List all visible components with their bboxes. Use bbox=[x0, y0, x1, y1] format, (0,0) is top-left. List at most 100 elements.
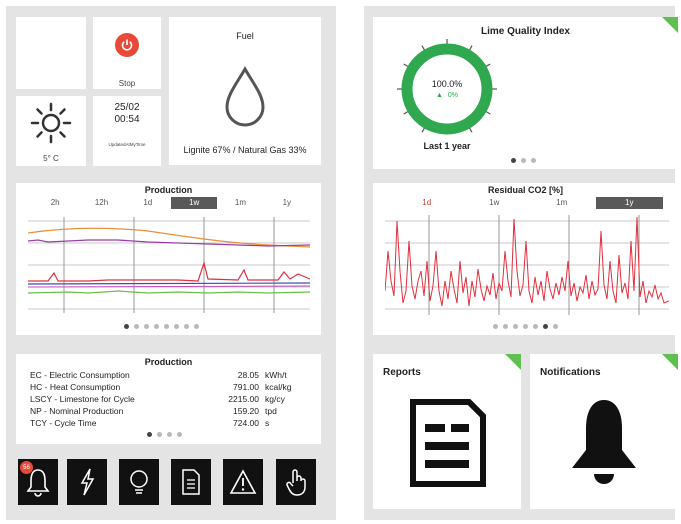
blank-tile bbox=[16, 17, 86, 89]
alarms-button[interactable]: 56 bbox=[18, 459, 58, 505]
fuel-mix: Lignite 67% / Natural Gas 33% bbox=[183, 145, 307, 155]
pager-dot[interactable] bbox=[531, 158, 536, 163]
lime-quality-period: Last 1 year bbox=[423, 141, 471, 151]
report-document-icon bbox=[410, 399, 486, 487]
row-label: TCY - Cycle Time bbox=[30, 418, 97, 428]
row-value: 28.05 bbox=[237, 370, 259, 380]
pager-dot[interactable] bbox=[134, 324, 139, 329]
range-tab-12h[interactable]: 12h bbox=[78, 197, 124, 209]
range-tab-1d[interactable]: 1d bbox=[125, 197, 171, 209]
series-green bbox=[28, 290, 310, 294]
row-label: HC - Heat Consumption bbox=[30, 382, 121, 392]
drop-icon bbox=[225, 65, 265, 127]
energy-button[interactable] bbox=[67, 459, 107, 505]
range-tab-1m[interactable]: 1m bbox=[217, 197, 263, 209]
pager-dot[interactable] bbox=[511, 158, 516, 163]
row-unit: s bbox=[265, 418, 270, 428]
ideas-button[interactable] bbox=[119, 459, 159, 505]
lime-quality-change: 0% bbox=[447, 92, 459, 99]
pager-dot[interactable] bbox=[493, 324, 498, 329]
pager-dot[interactable] bbox=[521, 158, 526, 163]
pager-dot[interactable] bbox=[533, 324, 538, 329]
pager-dot[interactable] bbox=[124, 324, 129, 329]
row-value: 159.20 bbox=[233, 406, 259, 416]
reports-card[interactable]: Reports bbox=[373, 354, 521, 509]
row-value: 791.00 bbox=[233, 382, 259, 392]
notifications-title: Notifications bbox=[540, 367, 601, 378]
production-plot bbox=[28, 217, 310, 313]
lightning-icon bbox=[80, 468, 95, 496]
residual-co2-series bbox=[385, 216, 669, 307]
pager-dot[interactable] bbox=[174, 324, 179, 329]
power-icon[interactable] bbox=[115, 33, 139, 57]
notifications-card[interactable]: Notifications bbox=[530, 354, 678, 509]
range-tab-1m[interactable]: 1m bbox=[528, 197, 596, 209]
row-unit: kg/cy bbox=[265, 394, 285, 404]
lime-quality-value: 100.0% bbox=[431, 79, 463, 89]
pager-dot[interactable] bbox=[144, 324, 149, 329]
lime-quality-title: Lime Quality Index bbox=[481, 26, 570, 37]
pager-dot[interactable] bbox=[167, 432, 172, 437]
range-tab-1w[interactable]: 1w bbox=[461, 197, 529, 209]
notification-bell-icon bbox=[572, 400, 636, 484]
pager-dot[interactable] bbox=[147, 432, 152, 437]
pager-dot[interactable] bbox=[157, 432, 162, 437]
expand-corner[interactable] bbox=[505, 354, 521, 370]
date: 25/02 bbox=[114, 102, 140, 113]
stop-label: Stop bbox=[118, 79, 136, 88]
range-tab-1d[interactable]: 1d bbox=[393, 197, 461, 209]
residual-co2-card: Residual CO2 [%] 1d 1w 1m 1y bbox=[373, 183, 678, 335]
range-tab-1y[interactable]: 1y bbox=[264, 197, 310, 209]
fuel-title: Fuel bbox=[236, 31, 254, 41]
arrow-up-icon: ▲ bbox=[435, 92, 443, 99]
pager-dot[interactable] bbox=[154, 324, 159, 329]
sun-icon bbox=[30, 102, 72, 144]
bulb-icon bbox=[130, 470, 148, 494]
time: 00:54 bbox=[114, 114, 140, 125]
row-label: LSCY - Limestone for Cycle bbox=[30, 394, 135, 404]
weather-tile: 5° C bbox=[16, 96, 86, 166]
series-orange bbox=[28, 227, 310, 248]
pager-dot[interactable] bbox=[513, 324, 518, 329]
range-tab-2h[interactable]: 2h bbox=[32, 197, 78, 209]
pager-dot[interactable] bbox=[523, 324, 528, 329]
table-row: LSCY - Limestone for Cycle 2215.00 kg/cy bbox=[30, 394, 307, 404]
touch-icon bbox=[286, 469, 306, 496]
row-label: NP - Nominal Production bbox=[30, 406, 124, 416]
touch-button[interactable] bbox=[276, 459, 316, 505]
residual-co2-title: Residual CO2 [%] bbox=[487, 185, 563, 195]
range-tab-1y[interactable]: 1y bbox=[595, 197, 663, 209]
document-icon bbox=[182, 469, 200, 495]
residual-co2-pager bbox=[493, 324, 558, 329]
series-red bbox=[28, 260, 310, 282]
alarm-count-badge: 56 bbox=[20, 461, 33, 474]
pager-dot[interactable] bbox=[543, 324, 548, 329]
pager-dot[interactable] bbox=[503, 324, 508, 329]
production-range-tabs: 2h 12h 1d 1w 1m 1y bbox=[32, 197, 310, 209]
change-indicator: ▲ 0% bbox=[421, 92, 473, 99]
fuel-tile: Fuel Lignite 67% / Natural Gas 33% bbox=[169, 17, 321, 165]
pager-dot[interactable] bbox=[164, 324, 169, 329]
row-unit: kWh/t bbox=[265, 370, 287, 380]
production-table-pager bbox=[147, 432, 182, 437]
production-chart-card: Production 2h 12h 1d 1w 1m 1y bbox=[16, 183, 321, 335]
pager-dot[interactable] bbox=[177, 432, 182, 437]
stop-tile[interactable]: Stop bbox=[93, 17, 161, 89]
row-label: EC - Electric Consumption bbox=[30, 370, 130, 380]
lime-quality-pager bbox=[511, 158, 536, 163]
pager-dot[interactable] bbox=[194, 324, 199, 329]
documents-button[interactable] bbox=[171, 459, 211, 505]
table-row: NP - Nominal Production 159.20 tpd bbox=[30, 406, 307, 416]
lime-quality-card: Lime Quality Index 100.0% ▲ 0% Last 1 ye… bbox=[373, 17, 678, 169]
pager-dot[interactable] bbox=[184, 324, 189, 329]
range-tab-1w[interactable]: 1w bbox=[170, 197, 218, 209]
datetime-tile: 25/02 00:54 UpdatedAtMyTime bbox=[93, 96, 161, 166]
warnings-button[interactable] bbox=[223, 459, 263, 505]
production-chart-pager bbox=[124, 324, 199, 329]
row-value: 724.00 bbox=[233, 418, 259, 428]
row-value: 2215.00 bbox=[228, 394, 259, 404]
update-note: UpdatedAtMyTime bbox=[108, 142, 146, 147]
warning-icon bbox=[229, 469, 257, 494]
pager-dot[interactable] bbox=[553, 324, 558, 329]
expand-corner[interactable] bbox=[662, 354, 678, 370]
